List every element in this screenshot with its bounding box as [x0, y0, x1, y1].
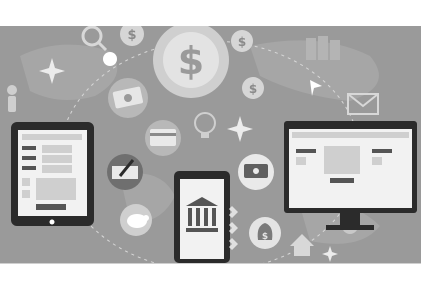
person-icon [7, 85, 17, 112]
top-blank-band [0, 0, 421, 26]
envelope-icon [347, 93, 379, 115]
location-dot-icon [103, 52, 117, 66]
bottom-blank-band [0, 263, 421, 297]
digital-banking-illustration: $ $ $ $ $ [0, 26, 421, 263]
lightbulb-icon [194, 112, 216, 138]
piggy-bank-icon [120, 204, 152, 236]
dollar-coin-icon: $ [153, 26, 229, 98]
money-bag-icon: $ [249, 217, 281, 249]
phone-bank-icon [174, 171, 230, 263]
check-signing-icon [107, 154, 143, 190]
illustration-svg: $ $ $ $ $ [7, 26, 417, 263]
screenshot-frame: $ $ $ $ $ [0, 0, 421, 297]
svg-text:$: $ [238, 35, 246, 49]
money-bill-icon [108, 78, 148, 118]
svg-text:$: $ [262, 232, 268, 242]
svg-text:$: $ [127, 28, 136, 43]
svg-text:$: $ [178, 39, 204, 83]
tablet-icon [11, 122, 94, 226]
cash-stack-icon [238, 154, 274, 190]
books-icon [306, 36, 340, 60]
svg-text:$: $ [249, 82, 257, 96]
credit-card-icon [145, 120, 181, 156]
chevron-arrows-icon [229, 206, 238, 250]
